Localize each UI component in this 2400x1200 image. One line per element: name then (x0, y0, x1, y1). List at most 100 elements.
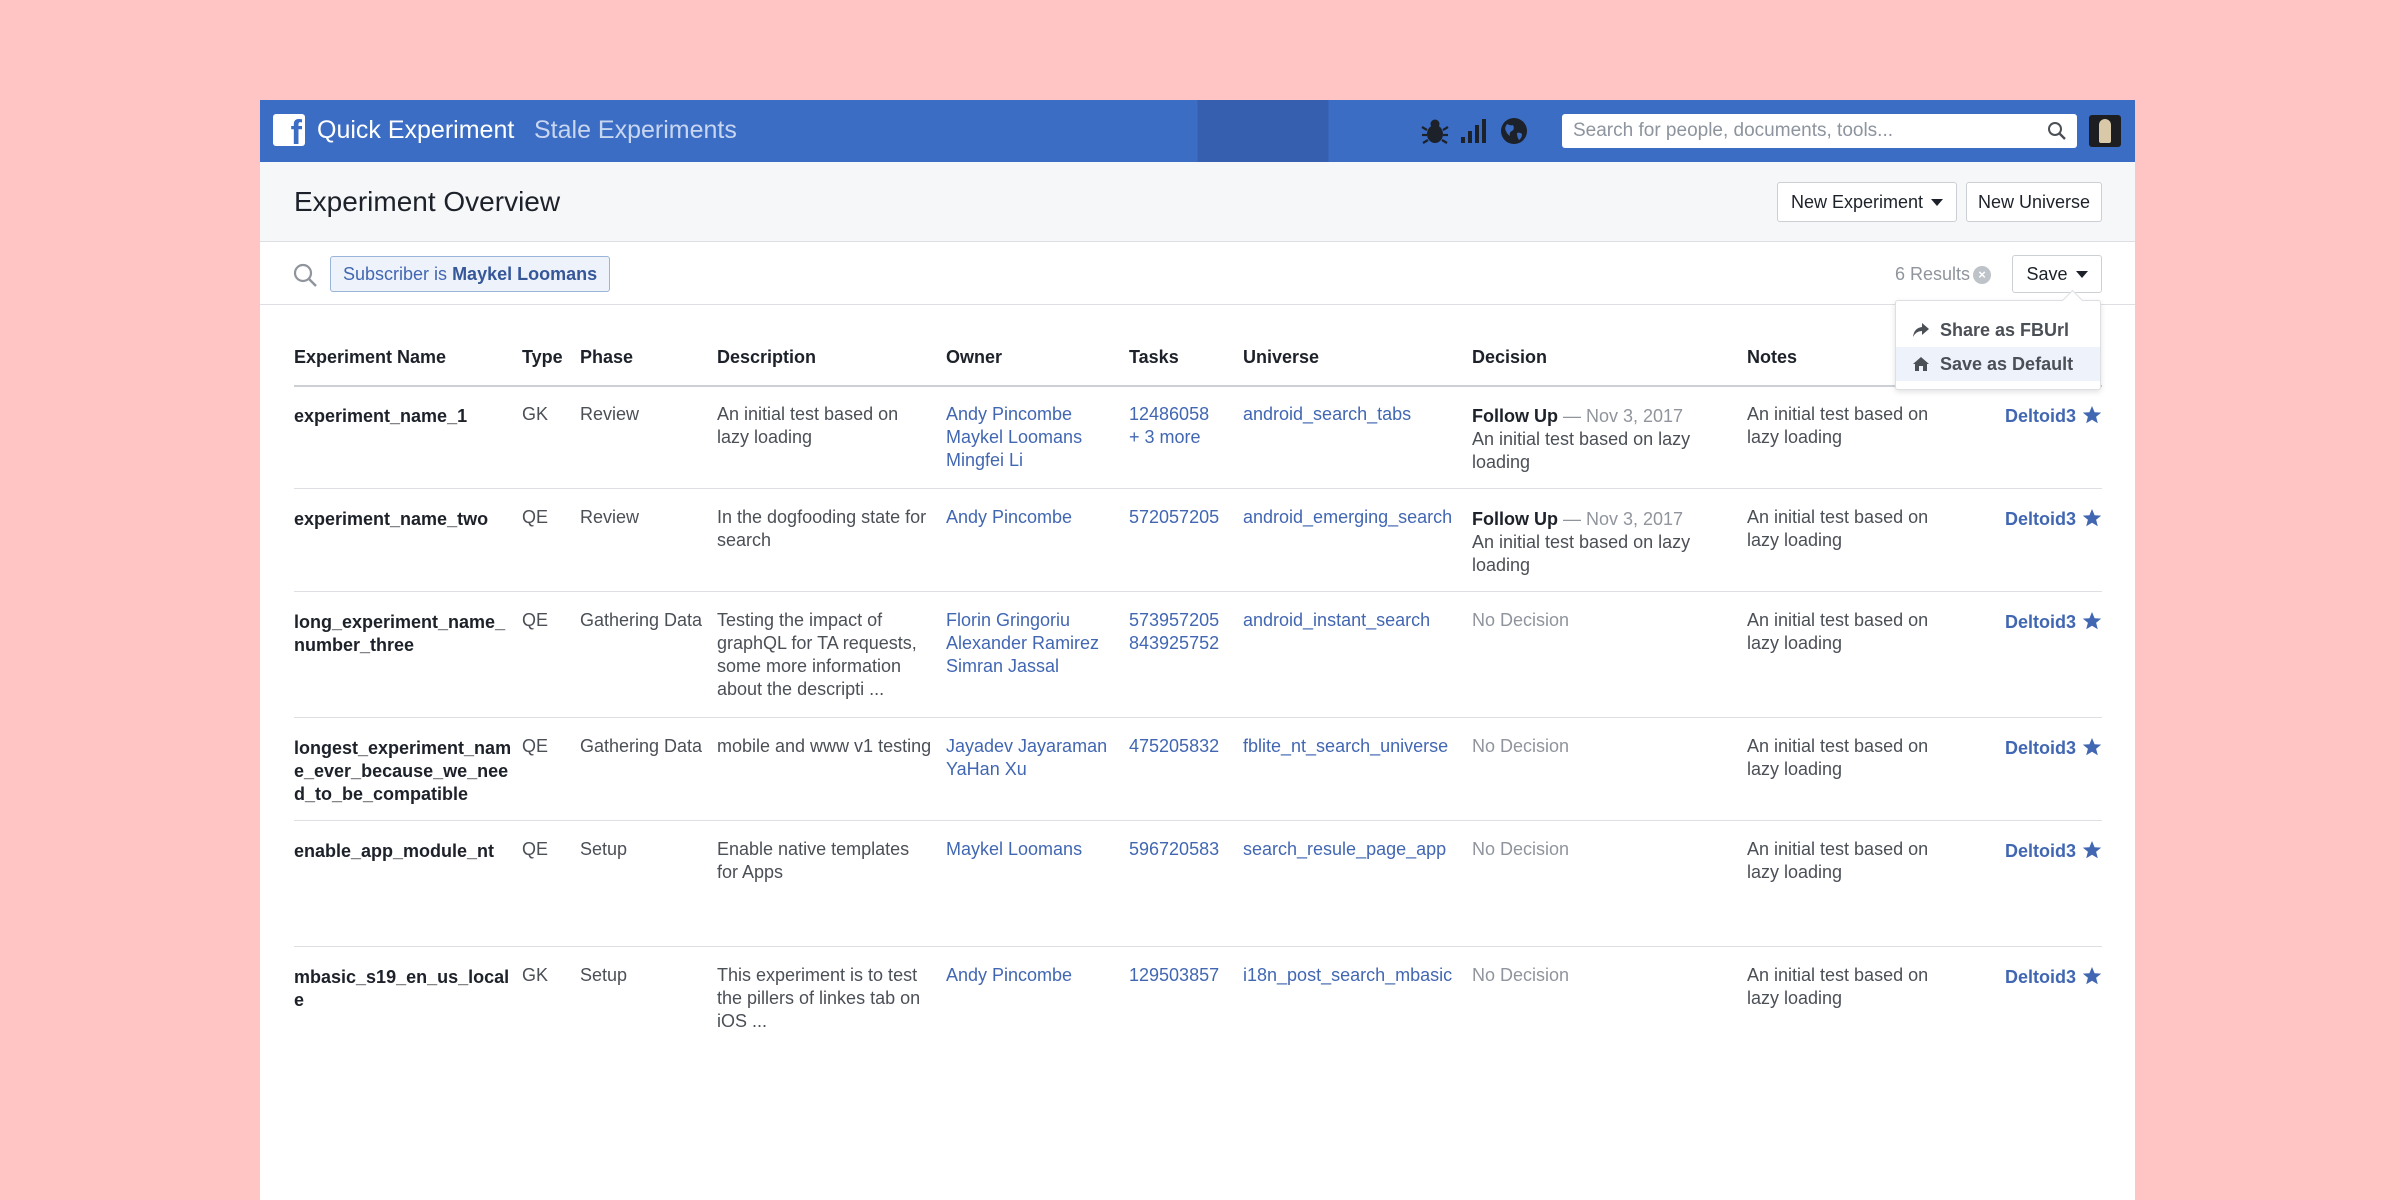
column-header-experiment-name[interactable]: Experiment Name (294, 346, 446, 368)
deltoid-link[interactable]: Deltoid3 (2005, 508, 2076, 531)
column-header-description[interactable]: Description (717, 346, 816, 368)
deltoid-link[interactable]: Deltoid3 (2005, 966, 2076, 989)
avatar[interactable] (2089, 115, 2121, 147)
search-icon[interactable] (2047, 121, 2067, 141)
experiment-type: GK (522, 404, 549, 424)
clear-results-icon[interactable]: × (1973, 266, 1991, 284)
universe-link[interactable]: search_resule_page_app (1243, 838, 1446, 861)
column-header-decision[interactable]: Decision (1472, 346, 1547, 368)
top-navigation-bar: f Quick Experiment Stale Experiments (260, 100, 2135, 162)
experiment-description: An initial test based on lazy loading (717, 404, 899, 447)
universe-link[interactable]: android_search_tabs (1243, 403, 1411, 426)
experiment-name[interactable]: longest_experiment_name_ever_because_we_… (294, 737, 514, 806)
filter-token-prefix: Subscriber is (343, 264, 448, 284)
column-header-owner[interactable]: Owner (946, 346, 1002, 368)
column-header-notes[interactable]: Notes (1747, 346, 1797, 368)
column-header-phase[interactable]: Phase (580, 346, 633, 368)
column-header-type[interactable]: Type (522, 346, 563, 368)
owner-list: Maykel Loomans (946, 838, 1082, 861)
owner-link[interactable]: Andy Pincombe (946, 964, 1072, 987)
globe-icon[interactable] (1498, 115, 1530, 147)
search-icon[interactable] (292, 262, 318, 288)
task-list: 475205832 (1129, 735, 1219, 758)
owner-link[interactable]: Andy Pincombe (946, 403, 1082, 426)
global-search-input[interactable] (1562, 114, 2032, 148)
experiment-name[interactable]: experiment_name_two (294, 508, 514, 531)
owner-link[interactable]: Florin Gringoriu (946, 609, 1099, 632)
page-header: Experiment Overview New Experiment New U… (260, 162, 2135, 242)
experiment-name[interactable]: experiment_name_1 (294, 405, 514, 428)
experiment-type: QE (522, 736, 549, 756)
tab-stale-experiments[interactable]: Stale Experiments (534, 114, 737, 146)
owner-link[interactable]: Andy Pincombe (946, 506, 1072, 529)
owner-link[interactable]: Simran Jassal (946, 655, 1099, 678)
more-tasks-link[interactable]: + 3 more (1129, 426, 1209, 449)
deltoid-link[interactable]: Deltoid3 (2005, 611, 2076, 634)
notes: An initial test based on lazy loading (1747, 610, 1929, 653)
chevron-down-icon (2075, 270, 2088, 278)
menu-item-share-as-fburl[interactable]: Share as FBUrl (1896, 313, 2100, 347)
decision-text: An initial test based on lazy loading (1472, 429, 1691, 472)
task-link[interactable]: 572057205 (1129, 506, 1219, 529)
app-title[interactable]: Quick Experiment (317, 114, 514, 146)
task-link[interactable]: 475205832 (1129, 735, 1219, 758)
deltoid-link[interactable]: Deltoid3 (2005, 405, 2076, 428)
experiment-description: Enable native templates for Apps (717, 839, 910, 882)
experiment-description: This experiment is to test the pillers o… (717, 965, 921, 1031)
star-icon[interactable] (2082, 611, 2102, 631)
task-list: 572057205 (1129, 506, 1219, 529)
deltoid-link[interactable]: Deltoid3 (2005, 840, 2076, 863)
owner-link[interactable]: YaHan Xu (946, 758, 1107, 781)
owner-link[interactable]: Maykel Loomans (946, 426, 1082, 449)
experiment-phase: Review (580, 507, 640, 527)
owner-list: Andy Pincombe (946, 964, 1072, 987)
task-link[interactable]: 129503857 (1129, 964, 1219, 987)
menu-item-label: Share as FBUrl (1940, 320, 2070, 340)
universe-link[interactable]: fblite_nt_search_universe (1243, 735, 1448, 758)
deltoid-link[interactable]: Deltoid3 (2005, 737, 2076, 760)
owner-link[interactable]: Mingfei Li (946, 449, 1082, 472)
universe-link[interactable]: android_emerging_search (1243, 506, 1452, 529)
signal-bars-icon[interactable] (1458, 115, 1490, 147)
new-universe-label: New Universe (1977, 191, 2091, 212)
star-icon[interactable] (2082, 405, 2102, 425)
experiment-name[interactable]: long_experiment_name_number_three (294, 611, 514, 657)
save-button[interactable]: Save (2012, 255, 2102, 293)
task-link[interactable]: 843925752 (1129, 632, 1219, 655)
task-link[interactable]: 12486058 (1129, 403, 1209, 426)
task-link[interactable]: 596720583 (1129, 838, 1219, 861)
star-icon[interactable] (2082, 840, 2102, 860)
star-icon[interactable] (2082, 737, 2102, 757)
universe-link[interactable]: i18n_post_search_mbasic (1243, 964, 1452, 987)
experiment-name[interactable]: enable_app_module_nt (294, 840, 514, 863)
filter-bar: Subscriber is Maykel Loomans 6 Results ×… (260, 242, 2135, 305)
global-search[interactable] (1562, 114, 2077, 148)
column-header-tasks[interactable]: Tasks (1129, 346, 1179, 368)
owner-link[interactable]: Alexander Ramirez (946, 632, 1099, 655)
owner-list: Jayadev Jayaraman YaHan Xu (946, 735, 1107, 781)
menu-item-save-as-default[interactable]: Save as Default (1896, 347, 2100, 381)
star-icon[interactable] (2082, 508, 2102, 528)
experiment-name[interactable]: mbasic_s19_en_us_locale (294, 966, 514, 1012)
column-header-universe[interactable]: Universe (1243, 346, 1319, 368)
decision-title: Follow Up (1472, 406, 1558, 426)
universe-link[interactable]: android_instant_search (1243, 609, 1430, 632)
new-universe-button[interactable]: New Universe (1966, 182, 2102, 222)
notes: An initial test based on lazy loading (1747, 507, 1929, 550)
owner-link[interactable]: Jayadev Jayaraman (946, 735, 1107, 758)
notes: An initial test based on lazy loading (1747, 965, 1929, 1008)
save-label: Save (2026, 263, 2068, 284)
filter-token[interactable]: Subscriber is Maykel Loomans (330, 256, 611, 292)
experiment-description: Testing the impact of graphQL for TA req… (717, 610, 917, 699)
task-link[interactable]: 573957205 (1129, 609, 1219, 632)
share-arrow-icon (1913, 323, 1929, 337)
bug-icon[interactable] (1419, 115, 1451, 147)
facebook-f-icon[interactable]: f (273, 114, 305, 146)
new-experiment-button[interactable]: New Experiment (1777, 182, 1957, 222)
owner-list: Florin Gringoriu Alexander Ramirez Simra… (946, 609, 1099, 678)
decision-text: An initial test based on lazy loading (1472, 532, 1691, 575)
star-icon[interactable] (2082, 966, 2102, 986)
experiment-phase: Gathering Data (580, 610, 703, 630)
decision-cell: No Decision (1472, 736, 1570, 756)
owner-link[interactable]: Maykel Loomans (946, 838, 1082, 861)
